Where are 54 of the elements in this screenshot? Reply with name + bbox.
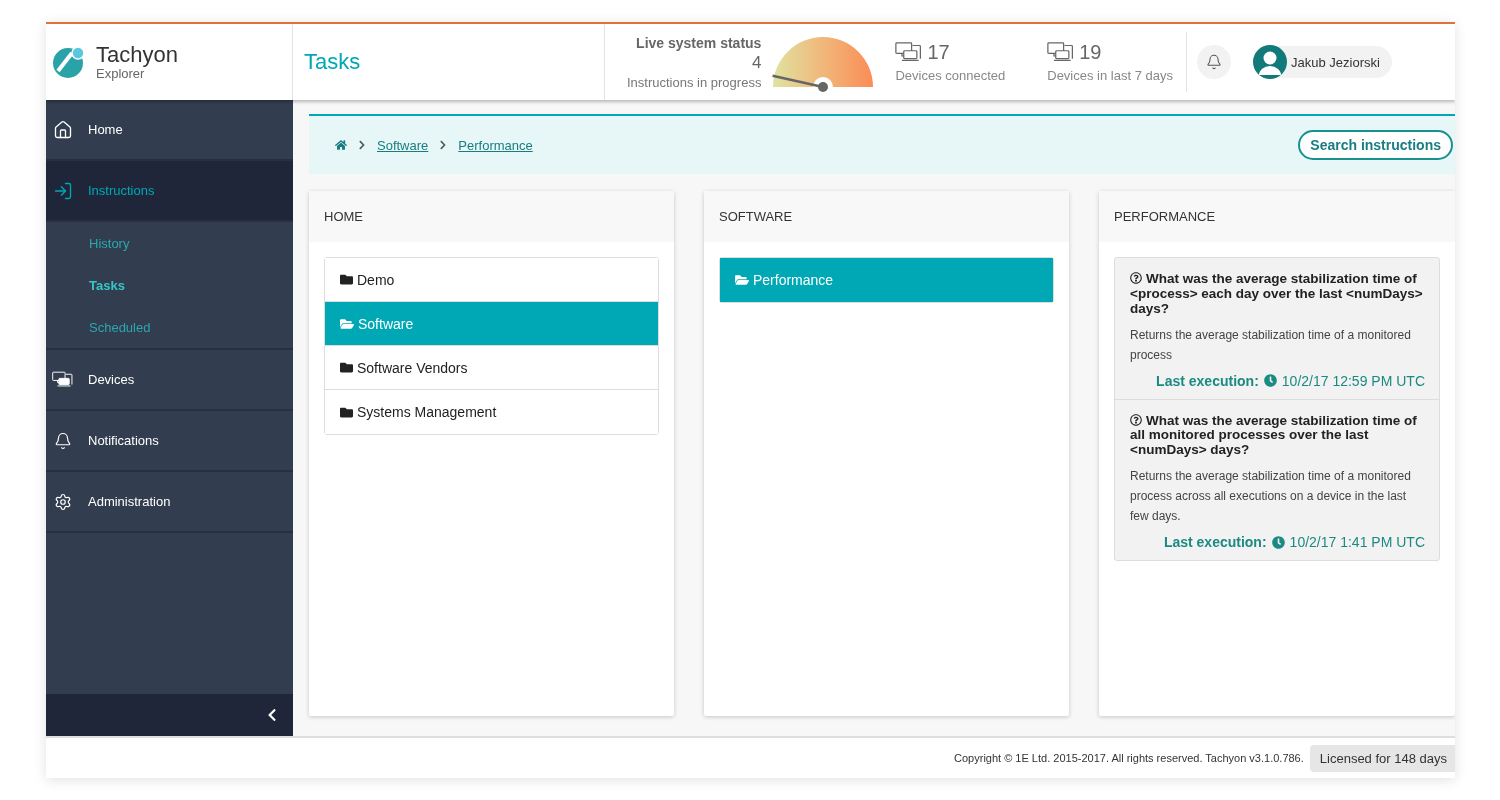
breadcrumb-link[interactable]: Software [377,137,429,153]
clock-icon [1263,374,1277,388]
open-folder-icon [735,273,749,287]
avatar-icon [1253,45,1287,79]
settings-icon [54,492,72,511]
page-title: Tasks [304,49,361,75]
column-title: PERFORMANCE [1099,191,1455,242]
devices-icon [1047,42,1076,63]
app-subtitle: Explorer [96,67,145,80]
instruction-question[interactable]: What was the average stabilization time of <process> each day over the last <numDays> days? [1130,272,1425,317]
folder-icon [340,273,353,286]
execution-time: 10/2/17 1:41 PM UTC [1289,534,1425,551]
execution-label: Last execution: [1163,534,1267,551]
bell-icon [1206,54,1222,70]
folder-icon [340,405,353,419]
status-caption: Instructions in progress [627,74,762,90]
devices-icon [52,369,74,390]
open-folder-icon [340,316,354,331]
column-title: SOFTWARE [704,191,1069,242]
status-title: Live system status [636,34,762,51]
status-count: 4 [751,52,762,73]
home-icon[interactable] [335,139,347,151]
logo-icon [52,45,86,79]
arrow-into-box-icon [53,180,73,201]
sidebar-subitem[interactable]: Tasks [46,264,293,306]
copyright-text: Copyright © 1E Ltd. 2015-2017. All rights reserved. Tachyon v3.1.0.786. [954,752,1304,764]
device-caption: Devices in last 7 days [1047,68,1173,83]
breadcrumb-link[interactable]: Performance [458,137,533,153]
folder-item[interactable]: Demo [325,258,658,302]
device-count: 19 [1079,41,1102,64]
device-count: 17 [927,41,950,64]
sidebar-subitem[interactable]: Scheduled [46,306,293,348]
execution-time: 10/2/17 12:59 PM UTC [1281,372,1425,389]
home-icon [53,119,73,140]
bell-icon [54,431,72,450]
license-badge: Licensed for 148 days [1309,744,1455,772]
sidebar-subitem[interactable]: History [46,222,293,264]
app-name: Tachyon [96,44,178,66]
device-caption: Devices connected [895,68,1006,83]
search-instructions-button[interactable]: Search instructions [1298,130,1453,160]
user-menu-button[interactable]: Jakub Jeziorski [1253,46,1392,78]
instruction-description: Returns the average stabilization time of a monitored process [1130,326,1412,364]
column-title: HOME [309,191,674,242]
execution-label: Last execution: [1156,372,1259,389]
clock-icon [1271,535,1285,549]
sidebar-item[interactable]: Instructions [46,161,293,222]
folder-icon [340,361,353,374]
notifications-button[interactable] [1197,45,1231,79]
question-icon [1130,413,1142,426]
chevron-right-icon [357,140,367,150]
question-icon [1130,272,1142,284]
instruction-description: Returns the average stabilization time of a monitored process across all executions on a device in the last few days. [1130,468,1412,526]
devices-icon [895,42,924,63]
instruction-question[interactable]: What was the average stabilization time of all monitored processes over the last <numDays> days? [1130,413,1425,459]
